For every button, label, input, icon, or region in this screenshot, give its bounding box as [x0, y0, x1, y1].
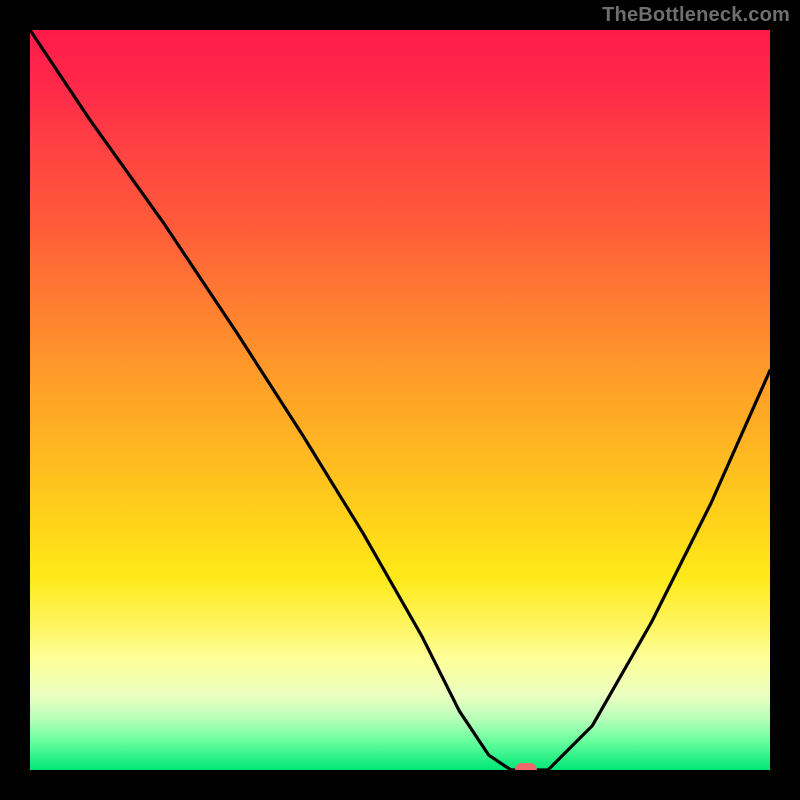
attribution-text: TheBottleneck.com — [602, 4, 790, 27]
plot-area — [30, 30, 770, 770]
optimal-marker — [515, 763, 537, 770]
curve-path — [30, 30, 770, 770]
bottleneck-curve — [30, 30, 770, 770]
chart-frame: TheBottleneck.com — [0, 0, 800, 800]
